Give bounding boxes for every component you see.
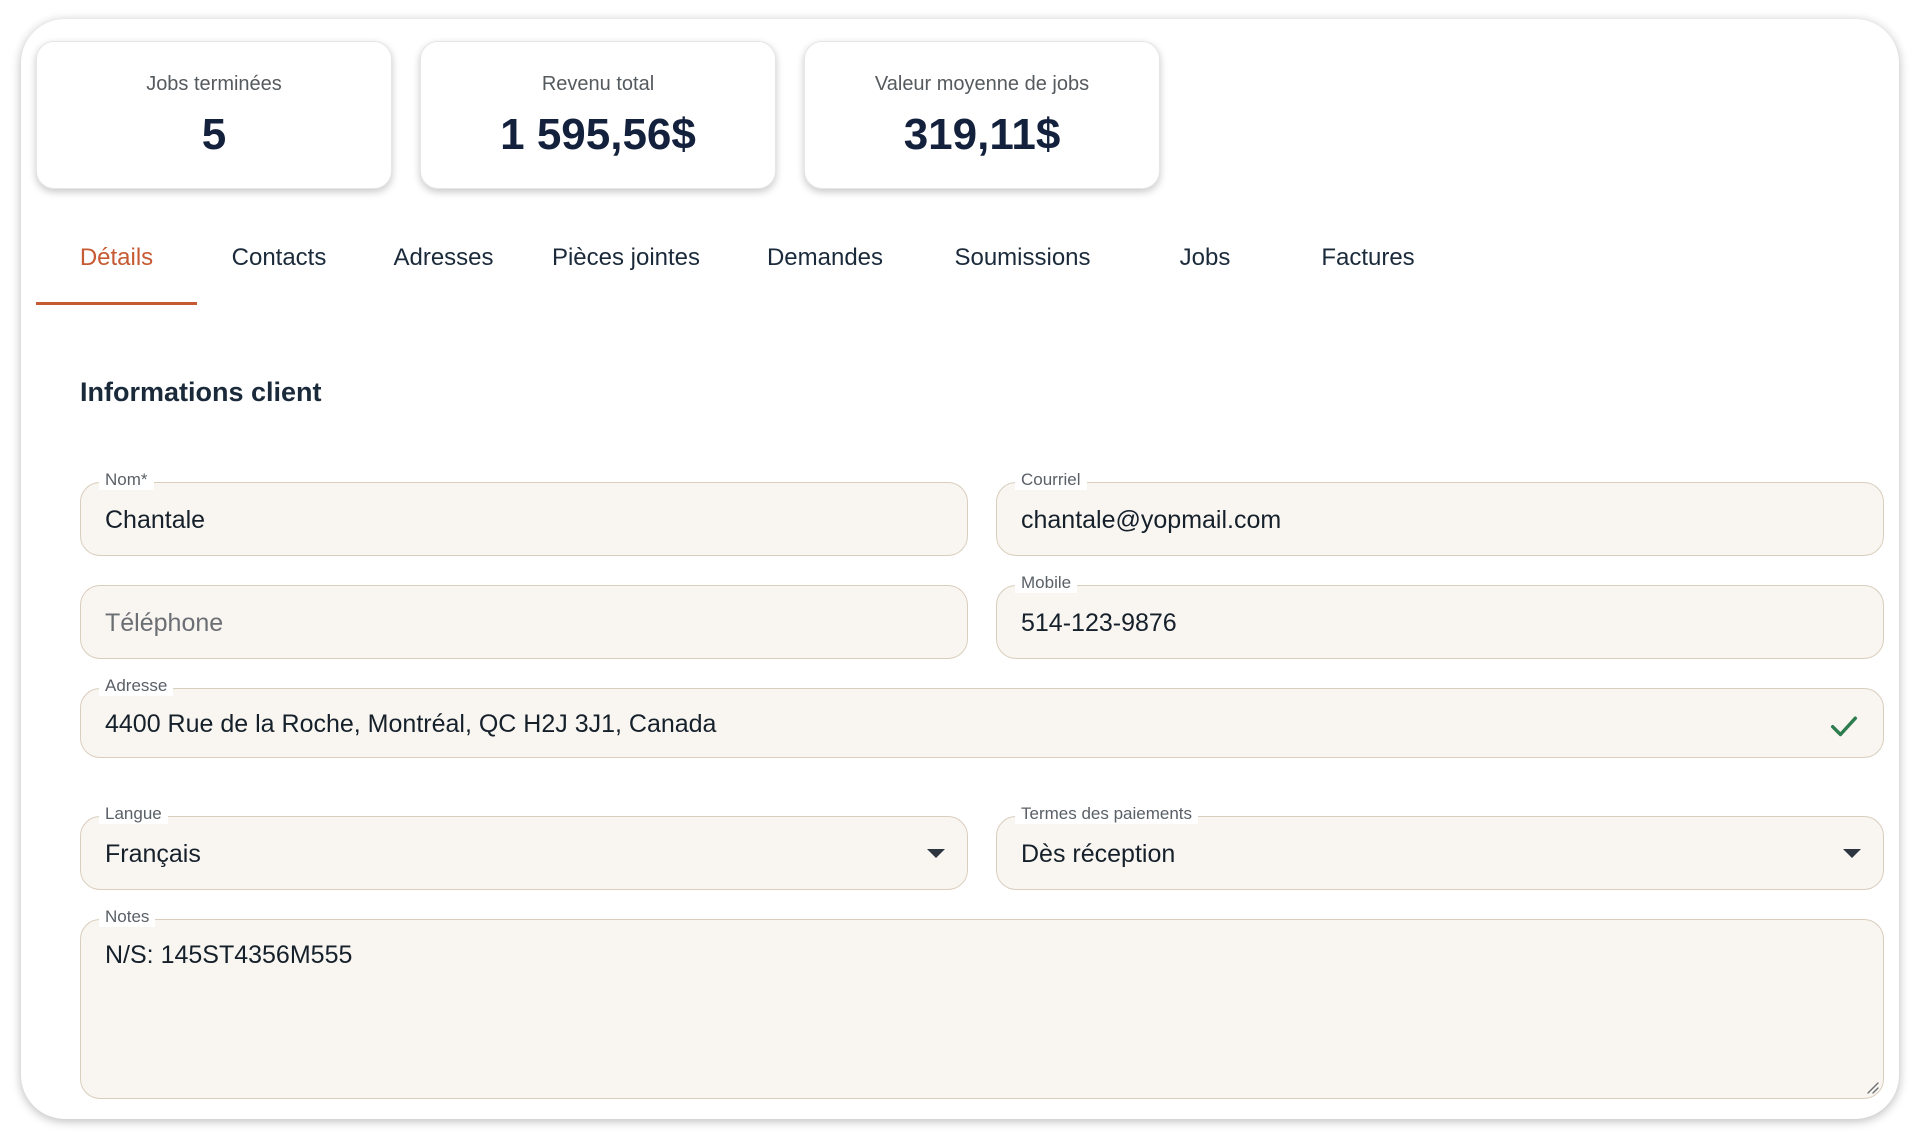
section-title: Informations client [80,377,322,407]
stat-card-jobs-completed: Jobs terminées 5 [36,41,392,189]
caret-down-icon[interactable] [927,849,945,858]
name-field-label: Nom* [99,470,154,490]
email-field[interactable]: Courriel chantale@yopmail.com [996,470,1884,556]
language-select[interactable]: Langue Français [80,804,968,890]
notes-textarea-label: Notes [99,907,156,927]
email-field-label: Courriel [1015,470,1087,490]
stat-value: 5 [201,110,227,159]
address-field-value: 4400 Rue de la Roche, Montréal, QC H2J 3… [105,710,717,738]
mobile-field-label: Mobile [1015,573,1078,593]
stat-label: Jobs terminées [146,73,282,95]
check-icon [1830,716,1858,737]
tab-addresses[interactable]: Adresses [361,233,526,305]
client-details-panel: Jobs terminées 5 Revenu total 1 595,56$ … [21,19,1899,1119]
address-field[interactable]: Adresse 4400 Rue de la Roche, Montréal, … [80,676,1884,758]
payment-terms-select-label: Termes des paiements [1015,804,1199,824]
payment-terms-select-value: Dès réception [1021,840,1176,868]
email-field-value: chantale@yopmail.com [1021,506,1282,534]
payment-terms-select[interactable]: Termes des paiements Dès réception [996,804,1884,890]
address-field-label: Adresse [99,676,174,696]
stat-label: Valeur moyenne de jobs [874,73,1090,95]
notes-textarea-value: N/S: 145ST4356M555 [105,941,353,969]
stat-value: 319,11$ [903,110,1061,159]
caret-down-icon[interactable] [1843,849,1861,858]
notes-textarea[interactable]: Notes N/S: 145ST4356M555 [80,907,1884,1099]
language-select-label: Langue [99,804,168,824]
tab-requests[interactable]: Demandes [726,233,924,305]
phone-field[interactable]: Téléphone [80,585,968,659]
mobile-field[interactable]: Mobile 514-123-9876 [996,573,1884,659]
tab-details[interactable]: Détails [36,233,197,305]
stat-card-average-job-value: Valeur moyenne de jobs 319,11$ [804,41,1160,189]
tab-attachments[interactable]: Pièces jointes [526,233,726,305]
tab-jobs[interactable]: Jobs [1121,233,1289,305]
mobile-field-value: 514-123-9876 [1021,609,1177,637]
tab-quotes[interactable]: Soumissions [924,233,1121,305]
language-select-value: Français [105,840,201,868]
tab-contacts[interactable]: Contacts [197,233,361,305]
tab-bar: Détails Contacts Adresses Pièces jointes… [36,233,1447,305]
resize-handle-icon[interactable] [1865,1080,1879,1094]
name-field-value: Chantale [105,506,206,534]
phone-field-placeholder: Téléphone [105,609,224,637]
tab-invoices[interactable]: Factures [1289,233,1447,305]
stat-value: 1 595,56$ [500,110,696,159]
name-field[interactable]: Nom* Chantale [80,470,968,556]
stat-card-total-revenue: Revenu total 1 595,56$ [420,41,776,189]
stats-row: Jobs terminées 5 Revenu total 1 595,56$ … [36,41,1160,189]
stat-label: Revenu total [541,73,655,95]
